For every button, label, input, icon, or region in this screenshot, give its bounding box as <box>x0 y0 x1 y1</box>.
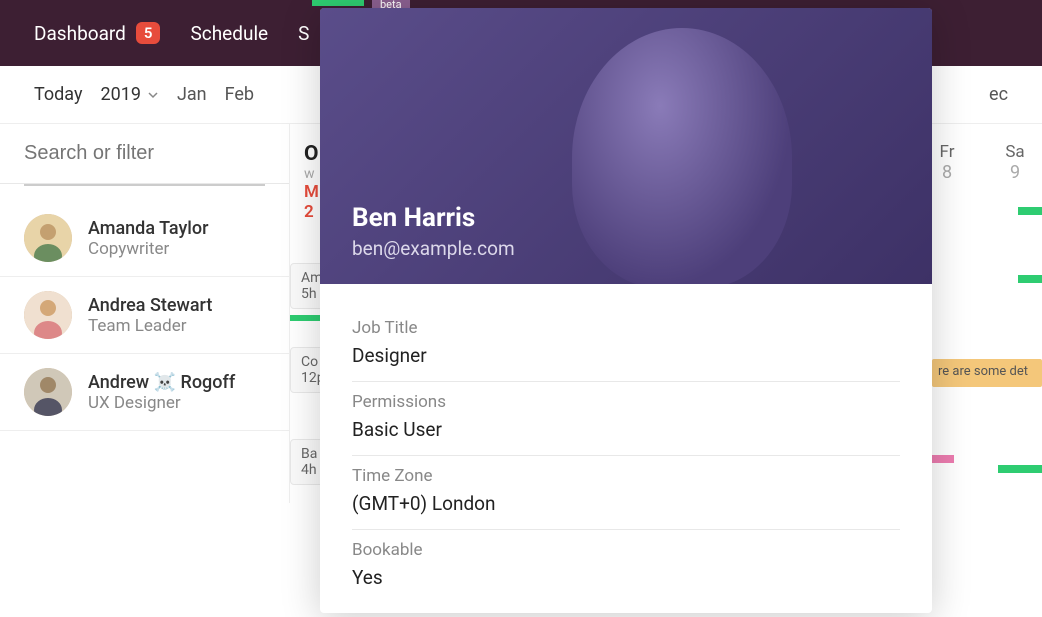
profile-name: Ben Harris <box>352 203 900 233</box>
field-label: Bookable <box>352 540 900 560</box>
profile-header: Ben Harris ben@example.com <box>320 8 932 284</box>
month-jan[interactable]: Jan <box>177 84 207 105</box>
person-role: Copywriter <box>88 239 208 259</box>
person-role: Team Leader <box>88 316 212 336</box>
field-value: Basic User <box>352 418 900 441</box>
person-row[interactable]: Andrea Stewart Team Leader <box>0 277 289 354</box>
field-label: Time Zone <box>352 466 900 486</box>
field-bookable: Bookable Yes <box>352 530 900 589</box>
person-name: Amanda Taylor <box>88 218 208 239</box>
field-permissions: Permissions Basic User <box>352 382 900 456</box>
field-job-title: Job Title Designer <box>352 308 900 382</box>
active-tab-accent <box>312 0 364 6</box>
event-orange[interactable]: re are some det <box>932 359 1042 387</box>
field-value: Designer <box>352 344 900 367</box>
person-row[interactable]: Andrew ☠️ Rogoff UX Designer <box>0 354 289 431</box>
nav-dashboard[interactable]: Dashboard 5 <box>34 22 160 45</box>
person-name: Andrea Stewart <box>88 295 212 316</box>
search-row <box>0 124 289 184</box>
event-bar[interactable] <box>998 465 1042 473</box>
avatar <box>24 214 72 262</box>
field-label: Job Title <box>352 318 900 338</box>
month-partial[interactable]: ec <box>989 84 1008 105</box>
person-row[interactable]: Amanda Taylor Copywriter <box>0 200 289 277</box>
search-input[interactable] <box>24 142 289 165</box>
nav-label: Schedule <box>190 22 268 45</box>
divider <box>24 184 265 186</box>
dow: Sa <box>1000 142 1030 162</box>
event-bar[interactable] <box>932 455 954 463</box>
person-role: UX Designer <box>88 393 235 413</box>
right-day-cols: Fr 8 Sa 9 re are some det <box>932 124 1042 473</box>
person-name: Andrew ☠️ Rogoff <box>88 372 235 393</box>
field-timezone: Time Zone (GMT+0) London <box>352 456 900 530</box>
chevron-down-icon <box>147 89 159 101</box>
year-value: 2019 <box>100 84 140 105</box>
dow: Fr <box>932 142 962 162</box>
field-value: Yes <box>352 566 900 589</box>
profile-body: Job Title Designer Permissions Basic Use… <box>320 284 932 613</box>
field-label: Permissions <box>352 392 900 412</box>
profile-modal: Ben Harris ben@example.com Job Title Des… <box>320 8 932 613</box>
day-num: 8 <box>932 162 962 183</box>
right-events: re are some det <box>932 207 1042 473</box>
nav-schedule[interactable]: Schedule <box>190 22 268 45</box>
field-value: (GMT+0) London <box>352 492 900 515</box>
notification-badge: 5 <box>136 22 161 44</box>
avatar <box>24 291 72 339</box>
sidebar: Amanda Taylor Copywriter Andrea Stewart … <box>0 124 290 503</box>
nav-label: S <box>298 22 309 45</box>
day-num: 9 <box>1000 162 1030 183</box>
event-bar[interactable] <box>1018 207 1042 215</box>
day-headers: Fr 8 Sa 9 <box>932 142 1042 183</box>
nav-item-partial[interactable]: S <box>298 22 309 45</box>
event-bar[interactable] <box>1018 275 1042 283</box>
profile-email: ben@example.com <box>352 237 900 260</box>
month-feb[interactable]: Feb <box>225 84 254 105</box>
year-select[interactable]: 2019 <box>100 84 158 105</box>
avatar <box>24 368 72 416</box>
nav-label: Dashboard <box>34 22 126 45</box>
today-button[interactable]: Today <box>34 84 82 105</box>
